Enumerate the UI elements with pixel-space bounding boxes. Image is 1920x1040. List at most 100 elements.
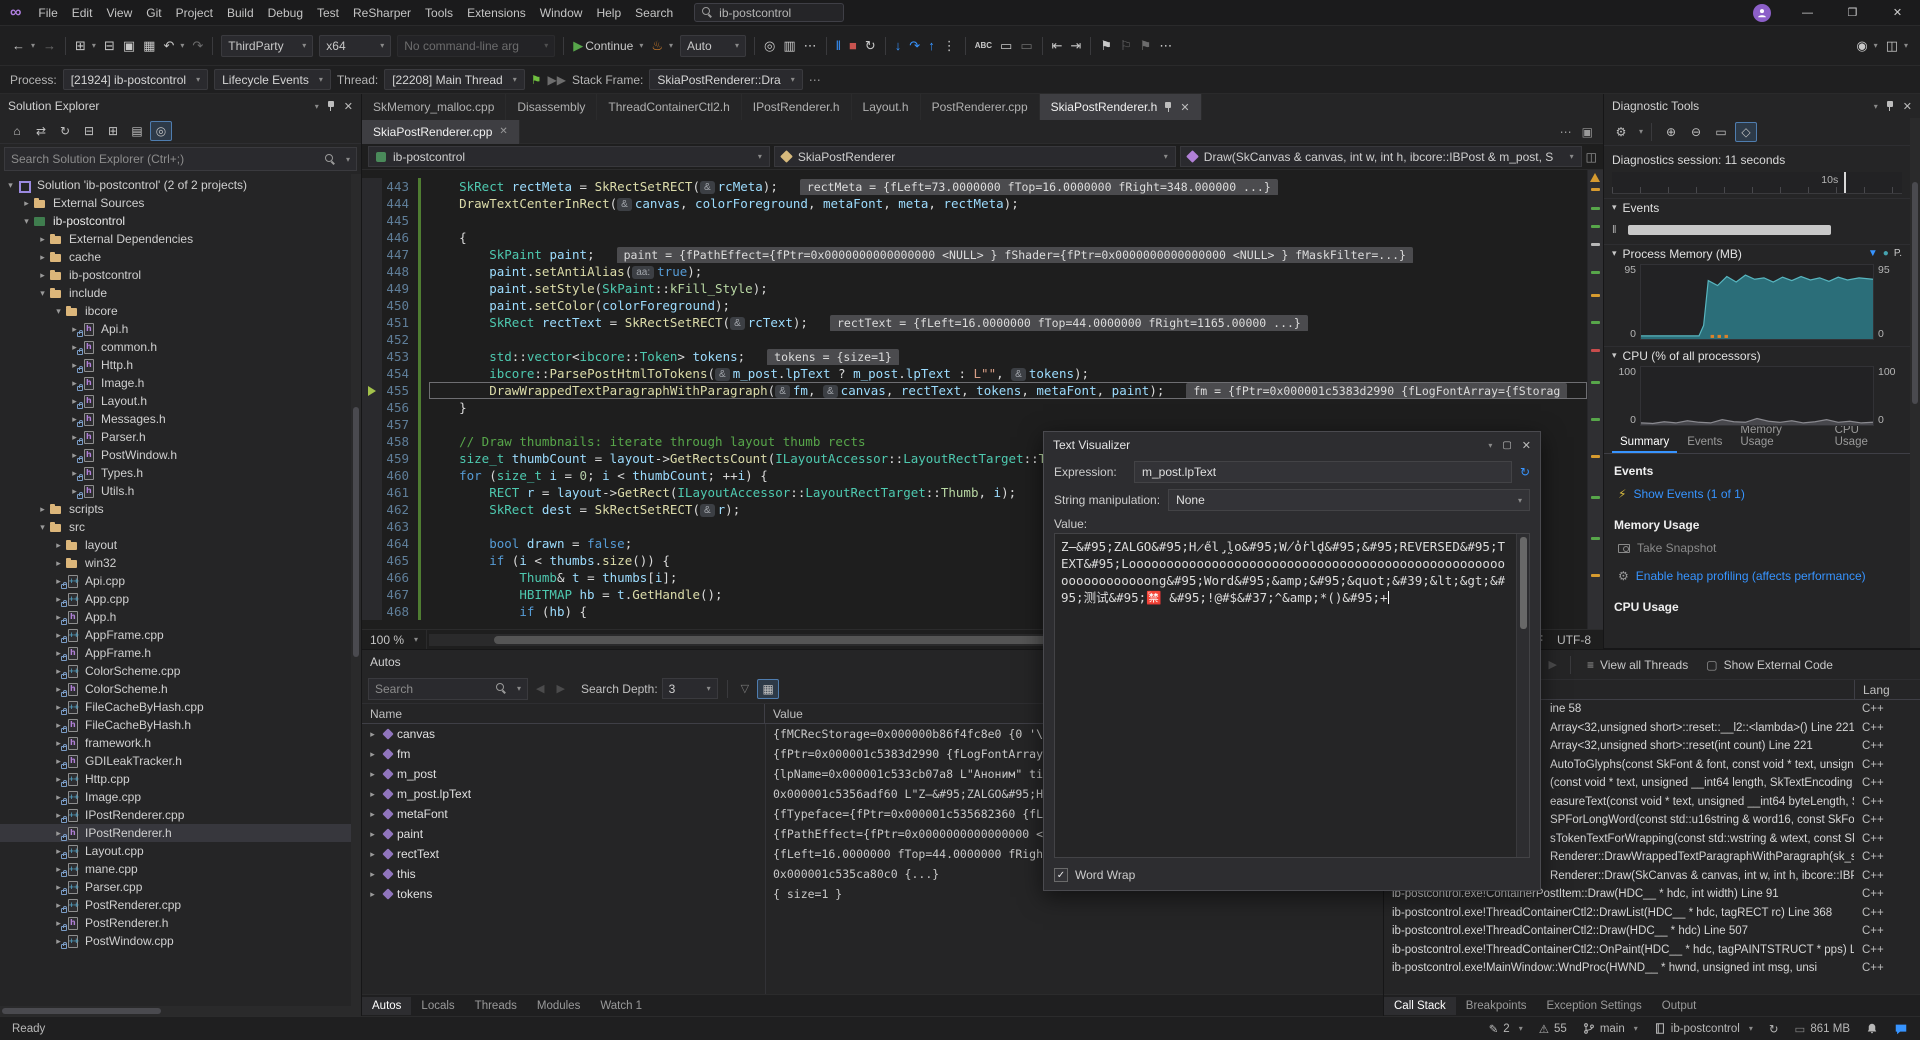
tree-item-ipostrenderer-h[interactable]: ▸IPostRenderer.h bbox=[0, 824, 361, 842]
expander-icon[interactable]: ▾ bbox=[36, 522, 49, 533]
encoding-indicator[interactable]: UTF-8 bbox=[1557, 633, 1591, 647]
step-over[interactable]: ↷ bbox=[905, 34, 924, 58]
git-repo-indicator[interactable]: ib-postcontrol ▾ bbox=[1654, 1022, 1753, 1035]
tree-item-ib-postcontrol[interactable]: ▸ib-postcontrol bbox=[0, 266, 361, 284]
tab-postrenderer-cpp[interactable]: PostRenderer.cpp bbox=[921, 94, 1040, 120]
indent-increase[interactable]: ⇥ bbox=[1067, 34, 1086, 58]
collapse-all[interactable]: ⊟ bbox=[78, 121, 100, 141]
stop-debugging[interactable]: ■ bbox=[845, 34, 861, 58]
menu-item-help[interactable]: Help bbox=[589, 0, 628, 26]
filter-icon[interactable]: ▼ bbox=[1868, 248, 1878, 259]
expander-icon[interactable]: ▸ bbox=[36, 270, 49, 281]
lifecycle-events-button[interactable]: Lifecycle Events▾ bbox=[214, 69, 331, 90]
spell-check[interactable]: ABC bbox=[971, 34, 996, 58]
comment[interactable]: ▭ bbox=[996, 34, 1016, 58]
diagnostics-scrollbar[interactable] bbox=[1910, 118, 1920, 648]
step-into[interactable]: ↓ bbox=[891, 34, 906, 58]
zoom-in-icon[interactable]: ⊕ bbox=[1660, 122, 1682, 142]
tab-ipostrenderer-h[interactable]: IPostRenderer.h bbox=[742, 94, 852, 120]
sync-with-active-document[interactable]: ◎ bbox=[150, 121, 172, 141]
nav-project-dropdown[interactable]: ib-postcontrol ▾ bbox=[368, 146, 770, 167]
menu-item-resharper[interactable]: ReSharper bbox=[346, 0, 418, 26]
show-events-link[interactable]: ⚡ Show Events (1 of 1) bbox=[1604, 480, 1910, 508]
flag-icon[interactable]: ⚑ bbox=[531, 73, 542, 87]
select-tool-icon[interactable]: ◇ bbox=[1735, 122, 1757, 142]
tree-item-filecachebyhash-h[interactable]: ▸FileCacheByHash.h bbox=[0, 716, 361, 734]
tree-item-api-cpp[interactable]: ▸Api.cpp bbox=[0, 572, 361, 590]
open-file[interactable]: ⊟ bbox=[100, 34, 119, 58]
save[interactable]: ▣ bbox=[119, 34, 139, 58]
expander-icon[interactable]: ▸ bbox=[20, 198, 33, 209]
search-prev-icon[interactable]: ◀ bbox=[532, 682, 548, 695]
pin-icon[interactable] bbox=[1886, 100, 1895, 112]
expander-icon[interactable]: ▸ bbox=[366, 729, 379, 740]
tree-item-app-h[interactable]: ▸App.h bbox=[0, 608, 361, 626]
refresh[interactable]: ↻ bbox=[54, 121, 76, 141]
expander-icon[interactable]: ▾ bbox=[36, 288, 49, 299]
tree-item-cache[interactable]: ▸cache bbox=[0, 248, 361, 266]
save-all[interactable]: ▦ bbox=[139, 34, 159, 58]
hot-reload-mode[interactable]: Auto▾ bbox=[680, 35, 746, 57]
tree-item-layout[interactable]: ▸layout bbox=[0, 536, 361, 554]
tree-item-messages-h[interactable]: ▸Messages.h bbox=[0, 410, 361, 428]
tab-autos[interactable]: Autos bbox=[362, 997, 411, 1015]
expander-icon[interactable]: ▸ bbox=[36, 252, 49, 263]
events-section-header[interactable]: ▾Events bbox=[1604, 198, 1910, 216]
memory-section-header[interactable]: ▾Process Memory (MB) ▼ ● P. bbox=[1604, 244, 1910, 262]
tree-item-parser-h[interactable]: ▸Parser.h bbox=[0, 428, 361, 446]
tree-item-ibcore[interactable]: ▾ibcore bbox=[0, 302, 361, 320]
tree-item-solution-ib-postcontrol-2-of-2-projects-[interactable]: ▾Solution 'ib-postcontrol' (2 of 2 proje… bbox=[0, 176, 361, 194]
tree-item-image-h[interactable]: ▸Image.h bbox=[0, 374, 361, 392]
tree-item-appframe-h[interactable]: ▸AppFrame.h bbox=[0, 644, 361, 662]
heap-profiling-link[interactable]: ⚙ Enable heap profiling (affects perform… bbox=[1604, 562, 1910, 590]
expander-icon[interactable]: ▾ bbox=[4, 180, 17, 191]
account-avatar[interactable] bbox=[1753, 4, 1771, 22]
continue-button[interactable]: ▶Continue▾ bbox=[569, 34, 647, 58]
cpu-section-header[interactable]: ▾CPU (% of all processors) bbox=[1604, 346, 1910, 364]
bookmark-prev[interactable]: ⚐ bbox=[1116, 34, 1136, 58]
settings-gear-icon[interactable]: ⚙ bbox=[1610, 122, 1632, 142]
tree-item-mane-cpp[interactable]: ▸mane.cpp bbox=[0, 860, 361, 878]
zoom-out-icon[interactable]: ⊖ bbox=[1685, 122, 1707, 142]
value-scrollbar[interactable] bbox=[1516, 534, 1529, 857]
tree-item-include[interactable]: ▾include bbox=[0, 284, 361, 302]
close-icon[interactable]: ✕ bbox=[344, 100, 353, 113]
live-share[interactable]: ◉▾ bbox=[1852, 34, 1881, 58]
pin-icon[interactable] bbox=[1164, 101, 1173, 113]
tree-item-postrenderer-h[interactable]: ▸PostRenderer.h bbox=[0, 914, 361, 932]
warnings-indicator[interactable]: ⚠ 55 bbox=[1539, 1022, 1567, 1036]
window-position-icon[interactable]: ▾ bbox=[1488, 441, 1492, 450]
toggle-formatting-icon[interactable]: ▦ bbox=[757, 679, 779, 699]
view-all-threads-button[interactable]: ≡ View all Threads bbox=[1580, 654, 1695, 676]
close-icon[interactable]: ✕ bbox=[1522, 439, 1531, 452]
tree-item-layout-h[interactable]: ▸Layout.h bbox=[0, 392, 361, 410]
diag-tab-events[interactable]: Events bbox=[1679, 433, 1730, 453]
close-button[interactable]: ✕ bbox=[1875, 0, 1920, 26]
debugbar-overflow[interactable]: ⋯ bbox=[809, 73, 821, 87]
explorer-vertical-scrollbar[interactable] bbox=[351, 174, 361, 1006]
autos-search-input[interactable]: Search ▾ bbox=[368, 678, 528, 700]
menu-item-tools[interactable]: Tools bbox=[418, 0, 460, 26]
window-position-icon[interactable]: ▾ bbox=[1874, 102, 1878, 111]
pending-edits-indicator[interactable]: ✎ 2 ▾ bbox=[1489, 1022, 1523, 1036]
hot-reload[interactable]: ♨▾ bbox=[647, 34, 677, 58]
tree-item-colorscheme-h[interactable]: ▸ColorScheme.h bbox=[0, 680, 361, 698]
tree-item-postwindow-h[interactable]: ▸PostWindow.h bbox=[0, 446, 361, 464]
tree-item-parser-cpp[interactable]: ▸Parser.cpp bbox=[0, 878, 361, 896]
menu-item-test[interactable]: Test bbox=[310, 0, 346, 26]
callstack-frame-14[interactable]: ib-postcontrol.exe!ThreadContainerCtl2::… bbox=[1384, 941, 1920, 960]
show-all-files[interactable]: ⊞ bbox=[102, 121, 124, 141]
restart[interactable]: ↻ bbox=[861, 34, 880, 58]
feedback-button[interactable] bbox=[1894, 1022, 1908, 1036]
close-icon[interactable]: ✕ bbox=[1903, 100, 1912, 113]
tree-item-appframe-cpp[interactable]: ▸AppFrame.cpp bbox=[0, 626, 361, 644]
tab-breakpoints[interactable]: Breakpoints bbox=[1456, 997, 1537, 1015]
git-branch-indicator[interactable]: main ▾ bbox=[1583, 1022, 1638, 1035]
tab-threadcontainerctl2-h[interactable]: ThreadContainerCtl2.h bbox=[597, 94, 741, 120]
tree-item-layout-cpp[interactable]: ▸Layout.cpp bbox=[0, 842, 361, 860]
diag-tab-summary[interactable]: Summary bbox=[1612, 433, 1677, 453]
expander-icon[interactable]: ▸ bbox=[36, 504, 49, 515]
search-depth-dropdown[interactable]: 3▾ bbox=[662, 678, 718, 699]
tree-item-app-cpp[interactable]: ▸App.cpp bbox=[0, 590, 361, 608]
callstack-frame-12[interactable]: ib-postcontrol.exe!ThreadContainerCtl2::… bbox=[1384, 904, 1920, 923]
